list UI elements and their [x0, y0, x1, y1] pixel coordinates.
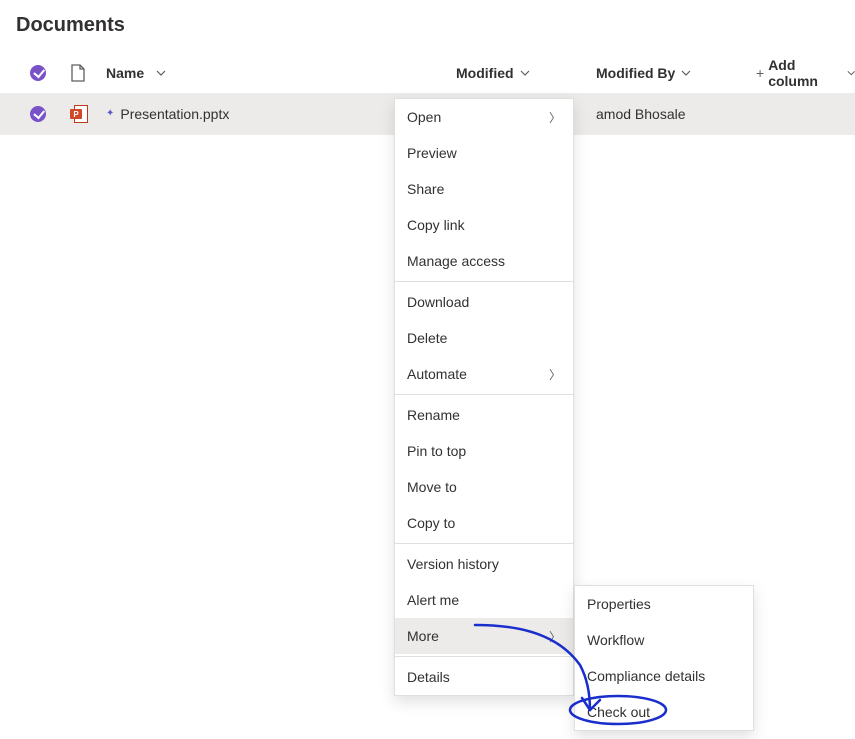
col-filetype[interactable] — [70, 64, 106, 82]
row-select[interactable] — [30, 106, 70, 122]
chevron-down-icon — [681, 68, 691, 78]
submenu-compliance-details[interactable]: Compliance details — [575, 658, 753, 694]
menu-copy-to[interactable]: Copy to — [395, 505, 573, 541]
chevron-down-icon — [520, 68, 530, 78]
menu-move-to[interactable]: Move to — [395, 469, 573, 505]
submenu-properties-label: Properties — [587, 596, 651, 612]
file-type-icon: P — [70, 105, 106, 123]
menu-manage-access-label: Manage access — [407, 253, 505, 269]
menu-alert-me[interactable]: Alert me — [395, 582, 573, 618]
submenu-compliance-details-label: Compliance details — [587, 668, 705, 684]
submenu-workflow-label: Workflow — [587, 632, 644, 648]
select-all[interactable] — [30, 65, 70, 81]
chevron-right-icon: 〉 — [549, 628, 561, 645]
submenu-check-out[interactable]: Check out — [575, 694, 753, 730]
menu-share[interactable]: Share — [395, 171, 573, 207]
submenu-workflow[interactable]: Workflow — [575, 622, 753, 658]
chevron-down-icon — [156, 68, 166, 78]
chevron-right-icon: 〉 — [549, 109, 561, 126]
col-modified-label: Modified — [456, 65, 514, 81]
menu-separator — [395, 656, 573, 657]
menu-version-history[interactable]: Version history — [395, 546, 573, 582]
menu-open[interactable]: Open 〉 — [395, 99, 573, 135]
menu-delete[interactable]: Delete — [395, 320, 573, 356]
menu-delete-label: Delete — [407, 330, 447, 346]
menu-separator — [395, 394, 573, 395]
menu-automate-label: Automate — [407, 366, 467, 382]
powerpoint-icon: P — [70, 105, 88, 123]
col-name-label: Name — [106, 65, 144, 81]
menu-details-label: Details — [407, 669, 450, 685]
menu-version-history-label: Version history — [407, 556, 499, 572]
col-name-header[interactable]: Name — [106, 65, 396, 81]
menu-open-label: Open — [407, 109, 441, 125]
menu-rename[interactable]: Rename — [395, 397, 573, 433]
check-icon — [30, 65, 46, 81]
menu-pin-to-top[interactable]: Pin to top — [395, 433, 573, 469]
menu-preview[interactable]: Preview — [395, 135, 573, 171]
new-indicator-icon: ✦ — [106, 109, 114, 119]
menu-more[interactable]: More 〉 — [395, 618, 573, 654]
chevron-down-icon — [847, 68, 855, 78]
plus-icon: + — [756, 65, 764, 81]
menu-automate[interactable]: Automate 〉 — [395, 356, 573, 392]
menu-alert-me-label: Alert me — [407, 592, 459, 608]
menu-copy-to-label: Copy to — [407, 515, 455, 531]
menu-copy-link-label: Copy link — [407, 217, 465, 233]
submenu-properties[interactable]: Properties — [575, 586, 753, 622]
header-row: Name Modified Modified By + Add column — [0, 53, 855, 93]
menu-rename-label: Rename — [407, 407, 460, 423]
modified-by-value: amod Bhosale — [596, 106, 686, 122]
file-icon — [70, 64, 86, 82]
chevron-right-icon: 〉 — [549, 366, 561, 383]
menu-download-label: Download — [407, 294, 469, 310]
context-submenu-more: Properties Workflow Compliance details C… — [574, 585, 754, 731]
menu-download[interactable]: Download — [395, 284, 573, 320]
menu-details[interactable]: Details — [395, 659, 573, 695]
check-icon — [30, 106, 46, 122]
file-name[interactable]: Presentation.pptx — [120, 106, 229, 122]
menu-separator — [395, 543, 573, 544]
context-menu: Open 〉 Preview Share Copy link Manage ac… — [394, 98, 574, 696]
menu-preview-label: Preview — [407, 145, 457, 161]
submenu-check-out-label: Check out — [587, 704, 650, 720]
menu-move-to-label: Move to — [407, 479, 457, 495]
page-title: Documents — [0, 0, 855, 53]
add-column-button[interactable]: + Add column — [746, 57, 855, 89]
col-modifiedby-header[interactable]: Modified By — [596, 65, 746, 81]
menu-pin-to-top-label: Pin to top — [407, 443, 466, 459]
menu-copy-link[interactable]: Copy link — [395, 207, 573, 243]
menu-more-label: More — [407, 628, 439, 644]
menu-manage-access[interactable]: Manage access — [395, 243, 573, 279]
menu-separator — [395, 281, 573, 282]
menu-share-label: Share — [407, 181, 444, 197]
add-column-label: Add column — [768, 57, 836, 89]
col-modified-header[interactable]: Modified — [456, 65, 596, 81]
col-modifiedby-label: Modified By — [596, 65, 675, 81]
